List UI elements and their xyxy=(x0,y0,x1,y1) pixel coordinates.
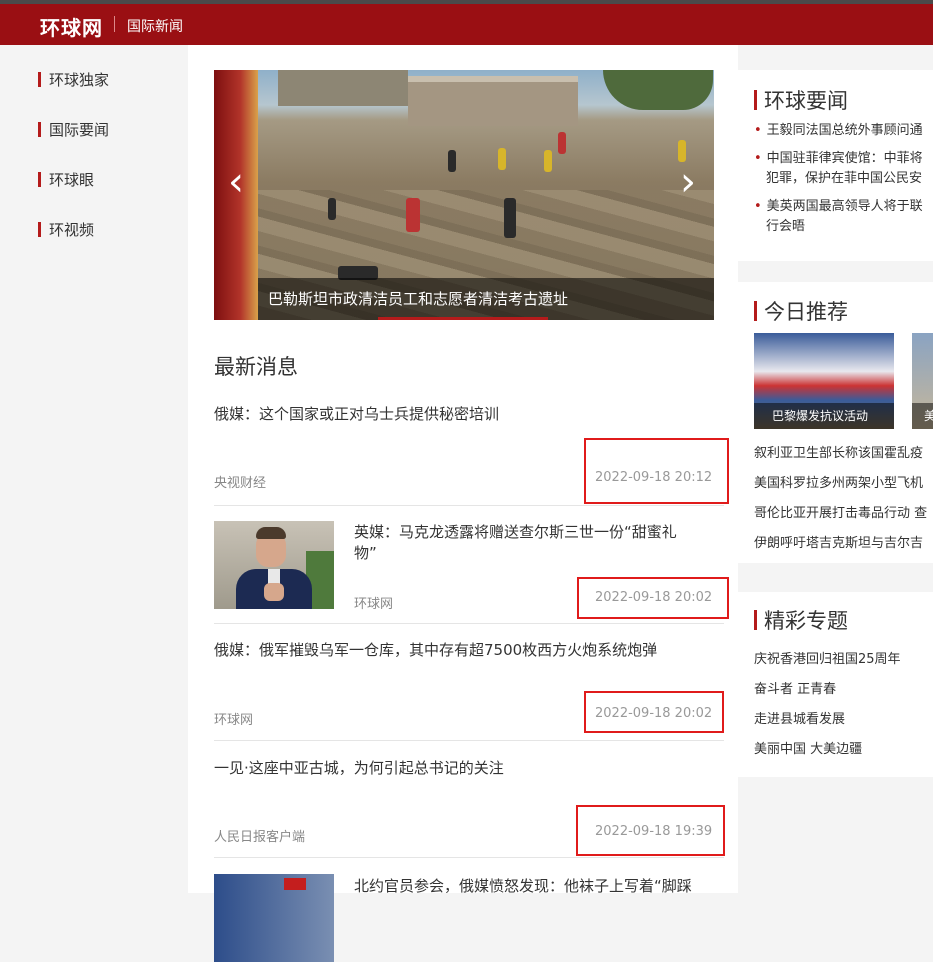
news-title[interactable]: 英媒：马克龙透露将赠送查尔斯三世一份“甜蜜礼 物” xyxy=(354,522,677,564)
photo-building xyxy=(278,70,408,106)
headline-text: 王毅同法国总统外事顾问通 xyxy=(766,123,923,138)
photo-person xyxy=(504,198,516,238)
header-divider xyxy=(114,16,115,32)
recommend-link[interactable]: 伊朗呼吁塔吉克斯坦与吉尔吉 xyxy=(754,532,923,551)
topic-link[interactable]: 奋斗者 正青春 xyxy=(754,678,836,697)
nav-item-label: 国际要闻 xyxy=(49,120,110,139)
section-title[interactable]: 国际新闻 xyxy=(127,16,183,36)
photo-person xyxy=(328,198,336,220)
nav-item-label: 环球眼 xyxy=(49,170,95,189)
news-item[interactable]: 英媒：马克龙透露将赠送查尔斯三世一份“甜蜜礼 物” 环球网 2022-09-18… xyxy=(214,506,729,624)
news-thumbnail[interactable] xyxy=(214,874,334,962)
recommend-image-caption: 巴黎爆发抗议活动 xyxy=(754,403,894,429)
box-title: 今日推荐 xyxy=(764,300,848,324)
topic-link[interactable]: 美丽中国 大美边疆 xyxy=(754,738,862,757)
nav-item-global-eye[interactable]: 环球眼 xyxy=(38,169,94,189)
main-column: ‹ › 巴勒斯坦市政清洁员工和志愿者清洁考古遗址 最新消息 俄媒：这个国家或正对… xyxy=(188,45,738,962)
thumb-hands xyxy=(264,583,284,601)
box-header: 精彩专题 xyxy=(754,609,848,633)
headline-link[interactable]: • 美英两国最高领导人将于联 xyxy=(754,197,933,217)
news-title[interactable]: 一见·这座中亚古城，为何引起总书记的关注 xyxy=(214,758,504,779)
nav-item-international[interactable]: 国际要闻 xyxy=(38,119,109,139)
nav-marker xyxy=(38,171,41,187)
photo-trees xyxy=(603,70,713,110)
recommend-link[interactable]: 哥伦比亚开展打击毒品行动 查 xyxy=(754,502,927,521)
bullet-icon: • xyxy=(754,123,762,138)
news-source: 央视财经 xyxy=(214,476,267,491)
box-marker xyxy=(754,90,757,110)
recommend-link[interactable]: 叙利亚卫生部长称该国霍乱疫 xyxy=(754,442,923,461)
highlight-box xyxy=(576,805,725,856)
news-item[interactable]: 北约官员参会，俄媒愤怒发现：他袜子上写着“脚踩 xyxy=(214,858,724,962)
news-title[interactable]: 俄媒：俄军摧毁乌军一仓库，其中存有超7500枚西方火炮系统炮弹 xyxy=(214,640,657,661)
box-header: 今日推荐 xyxy=(754,300,848,324)
headline-link-cont[interactable]: 犯罪，保护在菲中国公民安 xyxy=(754,169,933,189)
nav-item-label: 环视频 xyxy=(49,220,95,239)
nav-item-exclusive[interactable]: 环球独家 xyxy=(38,69,109,89)
site-header: 环球网 国际新闻 xyxy=(0,4,933,45)
slider-next-arrow[interactable]: › xyxy=(680,162,696,202)
bullet-icon: • xyxy=(754,151,762,166)
news-source: 环球网 xyxy=(354,597,394,612)
left-nav: 环球独家 国际要闻 环球眼 环视频 xyxy=(0,45,188,893)
news-title-line: 英媒：马克龙透露将赠送查尔斯三世一份“甜蜜礼 xyxy=(354,523,677,541)
highlight-box xyxy=(584,691,724,733)
news-source: 人民日报客户端 xyxy=(214,830,306,845)
right-sidebar: 环球要闻 • 王毅同法国总统外事顾问通 • 中国驻菲律宾使馆：中菲将 犯罪，保护在菲… xyxy=(738,45,933,893)
slide-indicator xyxy=(378,317,548,320)
photo-slider[interactable]: ‹ › 巴勒斯坦市政清洁员工和志愿者清洁考古遗址 xyxy=(214,70,714,320)
headline-link-cont[interactable]: 行会晤 xyxy=(754,217,933,237)
headline-link[interactable]: • 王毅同法国总统外事顾问通 xyxy=(754,121,933,141)
news-item[interactable]: 一见·这座中亚古城，为何引起总书记的关注 人民日报客户端 2022-09-18 … xyxy=(214,741,725,858)
slider-prev-arrow[interactable]: ‹ xyxy=(228,162,244,202)
recommend-image[interactable]: 巴黎爆发抗议活动 xyxy=(754,333,894,429)
global-news-box: 环球要闻 • 王毅同法国总统外事顾问通 • 中国驻菲律宾使馆：中菲将 犯罪，保护在菲… xyxy=(738,70,933,261)
latest-news-heading: 最新消息 xyxy=(214,355,298,379)
news-item[interactable]: 俄媒：这个国家或正对乌士兵提供秘密培训 央视财经 2022-09-18 20:1… xyxy=(214,395,729,506)
slide-caption[interactable]: 巴勒斯坦市政清洁员工和志愿者清洁考古遗址 xyxy=(268,288,568,309)
nav-marker xyxy=(38,121,41,137)
news-source: 环球网 xyxy=(214,713,254,728)
thumb-hair xyxy=(256,527,286,539)
nav-item-label: 环球独家 xyxy=(49,70,110,89)
nav-marker xyxy=(38,221,41,237)
news-title[interactable]: 北约官员参会，俄媒愤怒发现：他袜子上写着“脚踩 xyxy=(354,876,692,897)
bullet-icon: • xyxy=(754,199,762,214)
nav-item-video[interactable]: 环视频 xyxy=(38,219,94,239)
box-title: 环球要闻 xyxy=(764,89,848,113)
news-item[interactable]: 俄媒：俄军摧毁乌军一仓库，其中存有超7500枚西方火炮系统炮弹 环球网 2022… xyxy=(214,624,724,741)
photo-building xyxy=(408,76,578,126)
slide-caption-band: 巴勒斯坦市政清洁员工和志愿者清洁考古遗址 xyxy=(258,278,714,320)
recommend-box: 今日推荐 巴黎爆发抗议活动 美 叙利亚卫生部长称该国霍乱疫 美国科罗拉多州两架小… xyxy=(738,282,933,563)
recommend-image-caption: 美 xyxy=(912,403,933,429)
highlight-box xyxy=(577,577,729,619)
news-title[interactable]: 俄媒：这个国家或正对乌士兵提供秘密培训 xyxy=(214,404,499,425)
nav-marker xyxy=(38,71,41,87)
photo-person xyxy=(448,150,456,172)
headline-link[interactable]: • 中国驻菲律宾使馆：中菲将 xyxy=(754,149,933,169)
photo-person xyxy=(544,150,552,172)
recommend-link[interactable]: 美国科罗拉多州两架小型飞机 xyxy=(754,472,923,491)
topics-box: 精彩专题 庆祝香港回归祖国25周年 奋斗者 正青春 走进县城看发展 美丽中国 大… xyxy=(738,592,933,777)
photo-person xyxy=(558,132,566,154)
box-marker xyxy=(754,610,757,630)
site-logo[interactable]: 环球网 xyxy=(40,12,103,41)
headline-text: 美英两国最高领导人将于联 xyxy=(766,199,923,214)
box-marker xyxy=(754,301,757,321)
news-thumbnail[interactable] xyxy=(214,521,334,609)
news-title-line: 物” xyxy=(354,544,377,562)
photo-person xyxy=(498,148,506,170)
recommend-image[interactable]: 美 xyxy=(912,333,933,429)
headline-text: 中国驻菲律宾使馆：中菲将 xyxy=(766,151,923,166)
box-header: 环球要闻 xyxy=(754,89,848,113)
highlight-box xyxy=(584,438,729,504)
topic-link[interactable]: 庆祝香港回归祖国25周年 xyxy=(754,648,901,667)
thumb-detail xyxy=(284,878,306,890)
box-title: 精彩专题 xyxy=(764,609,848,633)
topic-link[interactable]: 走进县城看发展 xyxy=(754,708,845,727)
photo-person xyxy=(406,198,420,232)
